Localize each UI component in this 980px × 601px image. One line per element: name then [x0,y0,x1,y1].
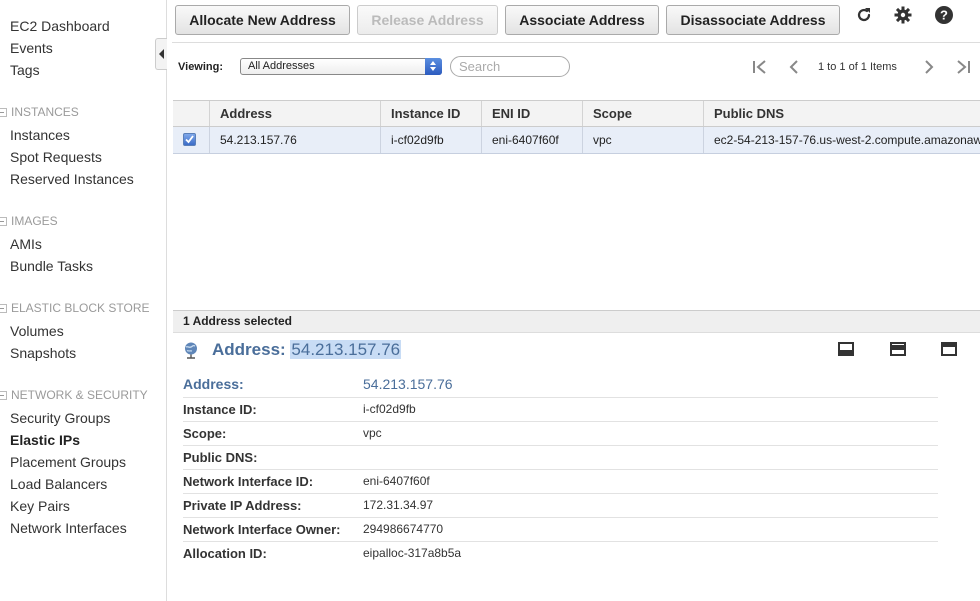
detail-title-value: 54.213.157.76 [290,340,402,359]
detail-field-network-interface-owner: Network Interface Owner: 294986674770 [183,518,938,542]
next-page-icon[interactable] [920,58,938,76]
column-header-scope[interactable]: Scope [582,101,703,126]
field-label: Public DNS: [183,450,258,465]
pager-text: 1 to 1 of 1 Items [818,61,897,73]
cell-instance-id: i-cf02d9fb [380,127,481,153]
nav-amis[interactable]: AMIs [10,236,42,252]
detail-field-address: Address: 54.213.157.76 [183,374,938,398]
release-address-button[interactable]: Release Address [357,5,498,35]
detail-field-private-ip: Private IP Address: 172.31.34.97 [183,494,938,518]
nav-key-pairs[interactable]: Key Pairs [10,498,70,514]
cell-public-dns: ec2-54-213-157-76.us-west-2.compute.amaz… [703,127,980,153]
collapse-icon [0,390,7,400]
nav-snapshots[interactable]: Snapshots [10,345,76,361]
nav-reserved-instances[interactable]: Reserved Instances [10,171,134,187]
last-page-icon[interactable] [954,58,972,76]
refresh-icon[interactable] [853,4,875,26]
detail-field-network-interface-id: Network Interface ID: eni-6407f60f [183,470,938,494]
cell-address: 54.213.157.76 [209,127,380,153]
select-column-header[interactable] [173,101,209,126]
nav-load-balancers[interactable]: Load Balancers [10,476,107,492]
detail-field-allocation-id: Allocation ID: eipalloc-317a8b5a [183,542,938,566]
section-title: NETWORK & SECURITY [11,388,148,402]
first-page-icon[interactable] [751,58,769,76]
pane-layout-middle-icon[interactable] [890,342,906,356]
viewing-select-value: All Addresses [248,60,315,72]
section-images[interactable]: IMAGES [0,214,58,228]
pane-layout-bottom-icon[interactable] [838,342,854,356]
viewing-select[interactable]: All Addresses [240,58,442,75]
nav-events[interactable]: Events [10,40,53,56]
nav-ec2-dashboard[interactable]: EC2 Dashboard [10,18,110,34]
field-label: Scope: [183,426,227,441]
field-value: i-cf02d9fb [363,402,416,416]
nav-network-interfaces[interactable]: Network Interfaces [10,520,127,536]
detail-title-label: Address: [212,340,286,359]
cell-eni-id: eni-6407f60f [481,127,582,153]
nav-security-groups[interactable]: Security Groups [10,410,110,426]
nav-volumes[interactable]: Volumes [10,323,64,339]
nav-placement-groups[interactable]: Placement Groups [10,454,126,470]
associate-address-button[interactable]: Associate Address [505,5,659,35]
field-value: 294986674770 [363,522,444,536]
sidebar: EC2 Dashboard Events Tags INSTANCES Inst… [0,0,167,601]
allocate-address-button[interactable]: Allocate New Address [175,5,350,35]
disassociate-address-button[interactable]: Disassociate Address [666,5,840,35]
search-input[interactable] [450,56,570,77]
field-label: Instance ID: [183,402,257,417]
selection-status-bar: 1 Address selected [173,310,980,333]
detail-field-instance-id: Instance ID: i-cf02d9fb [183,398,938,422]
field-label: Address: [183,376,244,392]
table-row[interactable]: 54.213.157.76 i-cf02d9fb eni-6407f60f vp… [173,127,980,154]
field-value: eipalloc-317a8b5a [363,546,462,560]
nav-elastic-ips[interactable]: Elastic IPs [10,432,80,448]
field-value: eni-6407f60f [363,474,430,488]
previous-page-icon[interactable] [785,58,803,76]
collapse-icon [0,107,7,117]
gear-icon[interactable] [892,4,914,26]
detail-title: Address: 54.213.157.76 [212,340,402,360]
section-ebs[interactable]: ELASTIC BLOCK STORE [0,301,150,315]
svg-text:?: ? [940,8,948,23]
column-header-eni-id[interactable]: ENI ID [481,101,582,126]
nav-bundle-tasks[interactable]: Bundle Tasks [10,258,93,274]
field-value: vpc [363,426,382,440]
cell-scope: vpc [582,127,703,153]
row-select-cell[interactable] [173,127,209,153]
column-header-instance-id[interactable]: Instance ID [380,101,481,126]
globe-icon [185,342,197,359]
section-instances[interactable]: INSTANCES [0,105,79,119]
nav-tags[interactable]: Tags [10,62,40,78]
field-label: Network Interface ID: [183,474,314,489]
section-title: ELASTIC BLOCK STORE [11,301,150,315]
field-value: 54.213.157.76 [363,376,453,392]
field-label: Network Interface Owner: [183,522,341,537]
section-title: IMAGES [11,214,58,228]
column-header-address[interactable]: Address [209,101,380,126]
sidebar-collapse-button[interactable] [155,38,167,70]
detail-field-public-dns: Public DNS: [183,446,938,470]
table-header: Address Instance ID ENI ID Scope Public … [173,100,980,127]
collapse-icon [0,216,7,226]
viewing-label: Viewing: [178,61,224,73]
field-label: Allocation ID: [183,546,267,561]
toolbar-divider [172,42,980,43]
section-network-security[interactable]: NETWORK & SECURITY [0,388,148,402]
checkbox-checked[interactable] [183,133,196,146]
detail-field-scope: Scope: vpc [183,422,938,446]
nav-spot-requests[interactable]: Spot Requests [10,149,102,165]
pane-layout-top-icon[interactable] [941,342,957,356]
field-value: 172.31.34.97 [363,498,434,512]
select-arrows-icon [425,58,442,75]
help-icon[interactable]: ? [933,4,955,26]
field-label: Private IP Address: [183,498,302,513]
column-header-public-dns[interactable]: Public DNS [703,101,980,126]
nav-instances[interactable]: Instances [10,127,70,143]
collapse-icon [0,303,7,313]
section-title: INSTANCES [11,105,79,119]
